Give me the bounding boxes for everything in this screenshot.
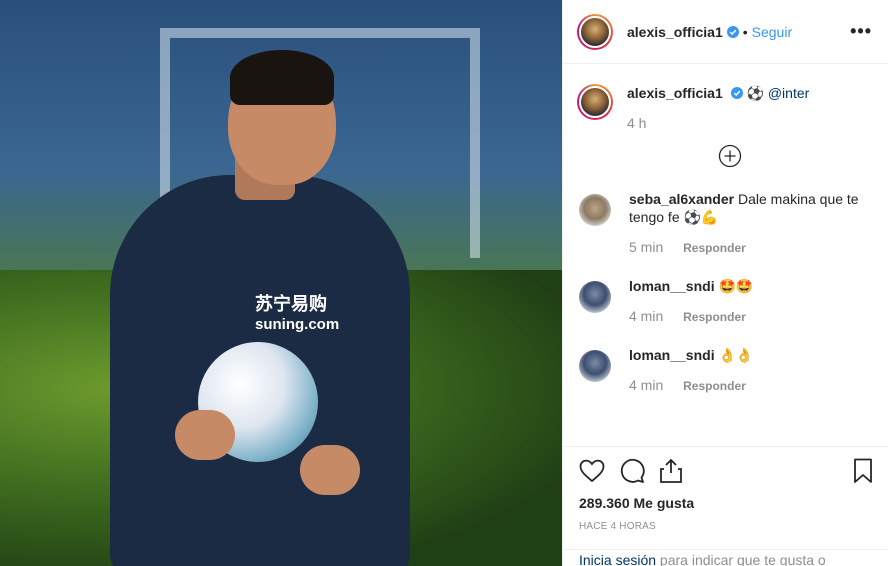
comment-avatar[interactable] xyxy=(579,350,611,382)
more-options-icon[interactable]: ••• xyxy=(850,21,872,42)
caption-username[interactable]: alexis_officia1 xyxy=(627,85,723,101)
photo-hand-left xyxy=(175,410,235,460)
author-avatar[interactable] xyxy=(577,13,613,50)
photo-sponsor: suning.com xyxy=(255,316,340,333)
post-photo[interactable]: 苏宁易购 suning.com xyxy=(0,0,562,566)
caption-emoji: ⚽ xyxy=(746,85,764,101)
comment-text: 🤩🤩 xyxy=(718,278,754,294)
follow-button[interactable]: Seguir xyxy=(752,24,792,40)
header-separator: • xyxy=(742,23,748,40)
photo-hand-right xyxy=(300,445,360,495)
comment-item: seba_al6xander Dale makina que te tengo … xyxy=(563,190,888,257)
comment-username[interactable]: loman__sndi xyxy=(629,347,715,363)
bookmark-icon[interactable] xyxy=(853,458,873,484)
comment-time: 5 min xyxy=(629,239,664,255)
likes-count[interactable]: 289.360 Me gusta xyxy=(579,495,873,511)
post-timestamp: HACE 4 HORAS xyxy=(579,521,656,532)
comment-text: 👌👌 xyxy=(718,347,754,363)
comment-avatar[interactable] xyxy=(579,194,611,226)
photo-player-hair xyxy=(230,50,334,105)
post-header: alexis_officia1 • Seguir ••• xyxy=(563,0,888,64)
login-prompt: Inicia sesión para indicar que te gusta … xyxy=(563,549,888,566)
comment-time: 4 min xyxy=(629,377,664,393)
comment-item: loman__sndi 🤩🤩 4 min Responder xyxy=(563,277,888,326)
post-caption: alexis_officia1 ⚽ @inter 4 h xyxy=(563,64,888,132)
caption-time: 4 h xyxy=(627,115,647,131)
photo-sponsor-cn: 苏宁易购 xyxy=(255,294,327,314)
comment-username[interactable]: seba_al6xander xyxy=(629,191,734,207)
post-actions: 289.360 Me gusta HACE 4 HORAS xyxy=(563,446,888,532)
reply-button[interactable]: Responder xyxy=(683,310,746,324)
comment-avatar[interactable] xyxy=(579,281,611,313)
verified-badge-icon xyxy=(726,25,739,38)
add-comment-icon[interactable] xyxy=(718,144,742,168)
author-username[interactable]: alexis_officia1 xyxy=(627,24,723,40)
comment-icon[interactable] xyxy=(619,458,645,484)
comment-username[interactable]: loman__sndi xyxy=(629,278,715,294)
caption-mention[interactable]: @inter xyxy=(768,85,809,101)
verified-badge-icon xyxy=(730,87,743,99)
comment-time: 4 min xyxy=(629,308,664,324)
post-side-panel: alexis_officia1 • Seguir ••• alexis_offi… xyxy=(562,0,888,566)
login-prompt-text: para indicar que te gusta o xyxy=(656,552,826,566)
share-icon[interactable] xyxy=(659,458,683,484)
reply-button[interactable]: Responder xyxy=(683,379,746,393)
comment-item: loman__sndi 👌👌 4 min Responder xyxy=(563,346,888,395)
caption-avatar[interactable] xyxy=(577,84,613,120)
reply-button[interactable]: Responder xyxy=(683,241,746,255)
heart-icon[interactable] xyxy=(579,459,605,483)
login-link[interactable]: Inicia sesión xyxy=(579,552,656,566)
